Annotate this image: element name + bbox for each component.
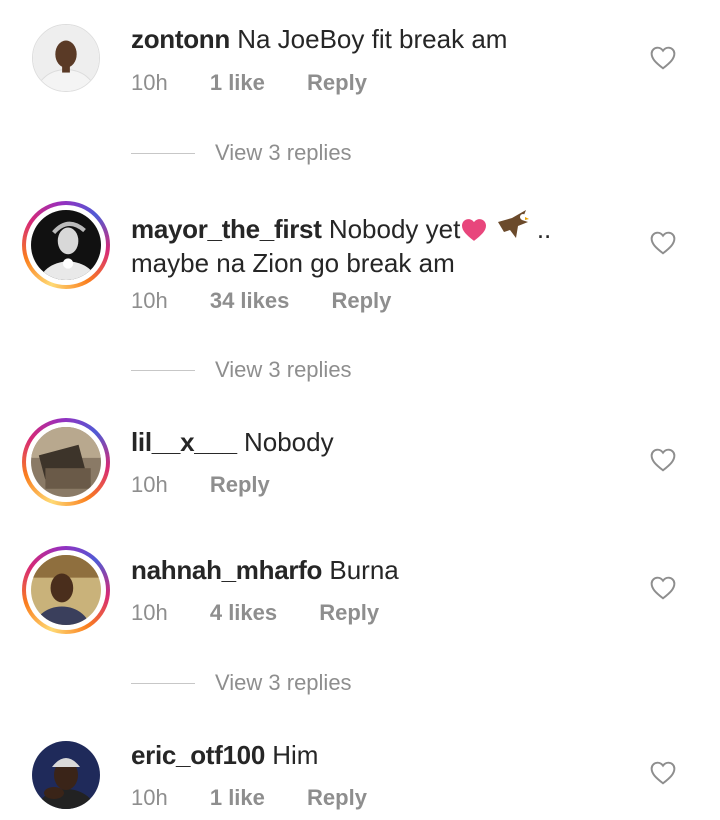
divider (131, 152, 195, 154)
timestamp: 10h (131, 70, 168, 95)
reply-button[interactable]: Reply (319, 600, 379, 625)
reply-button[interactable]: Reply (331, 288, 391, 313)
view-replies-button[interactable]: View 3 replies (131, 140, 352, 166)
username-link[interactable]: zontonn (131, 24, 230, 54)
heart-icon[interactable] (650, 231, 676, 255)
likes-count[interactable]: 34 likes (210, 288, 290, 313)
comment-body-line2: maybe na Zion go break am (131, 248, 455, 278)
avatar[interactable] (22, 546, 110, 634)
username-link[interactable]: lil__x___ (131, 427, 237, 457)
comment-body: Nobody yet (328, 214, 461, 244)
heart-icon[interactable] (650, 46, 676, 70)
profile-photo-icon (31, 210, 101, 280)
heart-icon[interactable] (650, 576, 676, 600)
comment-body: Burna (329, 555, 399, 585)
reply-button[interactable]: Reply (307, 785, 367, 810)
timestamp: 10h (131, 600, 168, 625)
heart-icon[interactable] (650, 761, 676, 785)
profile-photo-icon (32, 741, 100, 809)
reply-button[interactable]: Reply (210, 472, 270, 497)
comment-body-ellipsis: .. (536, 214, 552, 244)
comment-text: mayor_the_first Nobody yet .. maybe na Z… (131, 208, 601, 280)
likes-count[interactable]: 1 like (210, 70, 265, 95)
view-replies-label: View 3 replies (215, 140, 352, 165)
profile-photo-icon (31, 555, 101, 625)
pink-heart-emoji-icon (462, 219, 487, 241)
avatar[interactable] (22, 731, 110, 819)
heart-icon[interactable] (650, 448, 676, 472)
comment-body: Him (272, 740, 319, 770)
username-link[interactable]: eric_otf100 (131, 740, 265, 770)
comment-text: zontonn Na JoeBoy fit break am (131, 22, 601, 56)
username-link[interactable]: mayor_the_first (131, 214, 322, 244)
timestamp: 10h (131, 785, 168, 810)
comment-meta: 10h 1 like Reply (131, 785, 403, 811)
divider (131, 369, 195, 371)
timestamp: 10h (131, 288, 168, 313)
comment-meta: 10h 1 like Reply (131, 70, 403, 96)
view-replies-button[interactable]: View 3 replies (131, 357, 352, 383)
comment-text: nahnah_mharfo Burna (131, 553, 601, 587)
comment-text: lil__x___ Nobody (131, 425, 601, 459)
comment-meta: 10h 4 likes Reply (131, 600, 415, 626)
comment-body: Na JoeBoy fit break am (237, 24, 508, 54)
reply-button[interactable]: Reply (307, 70, 367, 95)
comment-meta: 10h Reply (131, 472, 306, 498)
timestamp: 10h (131, 472, 168, 497)
eagle-emoji-icon (497, 210, 529, 238)
likes-count[interactable]: 4 likes (210, 600, 277, 625)
comment-text: eric_otf100 Him (131, 738, 601, 772)
view-replies-label: View 3 replies (215, 357, 352, 382)
username-link[interactable]: nahnah_mharfo (131, 555, 322, 585)
avatar[interactable] (22, 201, 110, 289)
profile-photo-icon (31, 427, 101, 497)
avatar[interactable] (22, 418, 110, 506)
comment-body: Nobody (243, 427, 334, 457)
view-replies-button[interactable]: View 3 replies (131, 670, 352, 696)
profile-photo-icon (33, 25, 99, 91)
avatar[interactable] (22, 14, 110, 102)
divider (131, 682, 195, 684)
view-replies-label: View 3 replies (215, 670, 352, 695)
likes-count[interactable]: 1 like (210, 785, 265, 810)
comment-meta: 10h 34 likes Reply (131, 288, 427, 314)
